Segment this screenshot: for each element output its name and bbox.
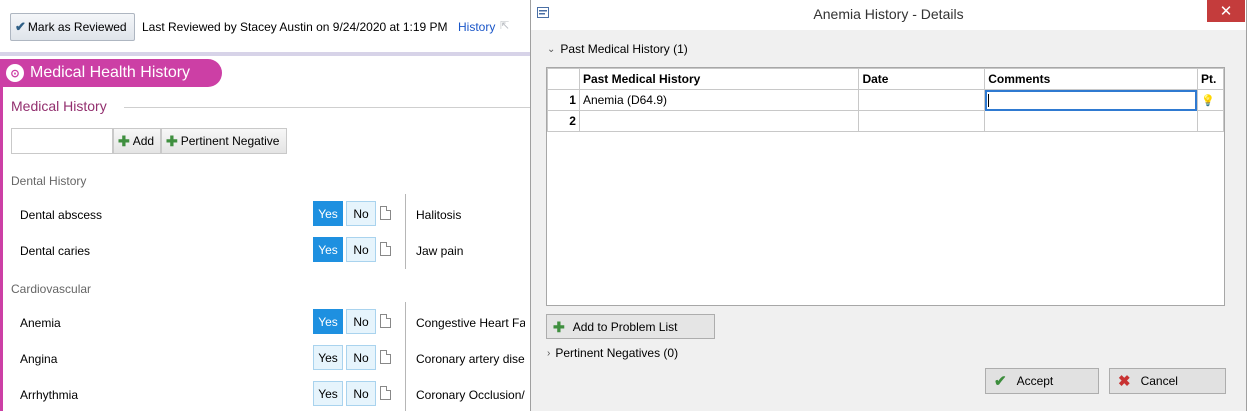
medical-history-heading: Medical History: [11, 98, 107, 114]
document-icon[interactable]: [380, 242, 391, 256]
condition-label: Coronary Occlusion/: [416, 388, 525, 402]
yes-toggle[interactable]: Yes: [313, 381, 343, 406]
column-header[interactable]: Pt.: [1196, 68, 1225, 90]
section-label: Pertinent Negatives (0): [555, 346, 679, 360]
table-row[interactable]: 1 Anemia (D64.9) 💡: [547, 89, 1225, 111]
history-link[interactable]: History: [458, 20, 495, 34]
condition-label: Dental caries: [20, 244, 91, 258]
condition-label: Angina: [20, 352, 58, 366]
history-section-icon: ⊙: [6, 64, 24, 82]
close-button[interactable]: ✕: [1207, 0, 1245, 22]
yes-toggle[interactable]: Yes: [313, 345, 343, 370]
external-link-icon: ⇱: [500, 20, 510, 32]
checkmark-icon: ✔: [15, 19, 26, 34]
pertinent-negative-label: Pertinent Negative: [180, 134, 280, 148]
group-title: Cardiovascular: [11, 282, 92, 296]
yes-toggle[interactable]: Yes: [313, 309, 343, 334]
row-number-header: [547, 68, 580, 90]
condition-label: Halitosis: [416, 208, 462, 222]
document-icon[interactable]: [380, 206, 391, 220]
comments-cell[interactable]: [984, 110, 1198, 132]
review-toolbar: ✔ Mark as Reviewed Last Reviewed by Stac…: [0, 0, 530, 52]
row-number: 2: [547, 110, 580, 132]
mark-as-reviewed-button[interactable]: ✔ Mark as Reviewed: [10, 13, 135, 41]
checkmark-icon: ✔: [994, 373, 1007, 390]
document-icon[interactable]: [380, 386, 391, 400]
column-divider: [405, 194, 406, 269]
history-cell[interactable]: Anemia (D64.9): [578, 89, 860, 111]
add-to-problem-list-button[interactable]: ✚ Add to Problem List: [546, 314, 715, 339]
history-cell[interactable]: [578, 110, 860, 132]
plus-icon: ✚: [118, 133, 130, 149]
add-history-input[interactable]: [11, 128, 113, 154]
column-header[interactable]: Past Medical History: [578, 68, 860, 90]
date-cell[interactable]: [858, 110, 986, 132]
last-reviewed-text: Last Reviewed by Stacey Austin on 9/24/2…: [142, 20, 448, 34]
no-toggle[interactable]: No: [346, 381, 376, 406]
cancel-button[interactable]: ✖ Cancel: [1109, 368, 1226, 394]
pertinent-negatives-section[interactable]: › Pertinent Negatives (0): [547, 346, 678, 360]
pt-cell[interactable]: 💡: [1196, 89, 1225, 111]
history-grid: Past Medical History Date Comments Pt. 1…: [546, 67, 1225, 306]
yes-toggle[interactable]: Yes: [313, 237, 343, 262]
add-to-problem-list-label: Add to Problem List: [572, 319, 678, 334]
history-table: Past Medical History Date Comments Pt. 1…: [547, 68, 1225, 132]
anemia-history-dialog: Anemia History - Details ✕ ⌄ Past Medica…: [530, 0, 1247, 411]
document-icon[interactable]: [380, 350, 391, 364]
section-label: Past Medical History (1): [560, 42, 688, 56]
column-header[interactable]: Comments: [984, 68, 1198, 90]
condition-label: Jaw pain: [416, 244, 464, 258]
table-row[interactable]: 2: [547, 110, 1225, 132]
date-cell[interactable]: [858, 89, 986, 111]
table-header-row: Past Medical History Date Comments Pt.: [547, 68, 1225, 90]
condition-label: Dental abscess: [20, 208, 103, 222]
no-toggle[interactable]: No: [346, 237, 376, 262]
cancel-label: Cancel: [1140, 374, 1178, 388]
group-title: Dental History: [11, 174, 87, 188]
plus-icon: ✚: [166, 133, 178, 149]
x-icon: ✖: [1118, 373, 1131, 390]
plus-icon: ✚: [553, 318, 565, 335]
condition-label: Coronary artery dise: [416, 352, 525, 366]
condition-label: Congestive Heart Fa: [416, 316, 525, 330]
past-medical-history-section[interactable]: ⌄ Past Medical History (1): [547, 42, 688, 56]
comments-cell[interactable]: [984, 89, 1198, 111]
accept-label: Accept: [1016, 374, 1054, 388]
close-icon: ✕: [1219, 3, 1233, 20]
mark-as-reviewed-label: Mark as Reviewed: [27, 20, 127, 34]
chevron-right-icon: ›: [547, 347, 551, 359]
condition-label: Arrhythmia: [20, 388, 79, 402]
add-button-label: Add: [132, 134, 155, 148]
section-accent-bar: [0, 87, 3, 411]
no-toggle[interactable]: No: [346, 309, 376, 334]
column-divider: [405, 302, 406, 411]
yes-toggle[interactable]: Yes: [313, 201, 343, 226]
column-header[interactable]: Date: [858, 68, 986, 90]
section-tab: ⊙ Medical Health History: [0, 59, 222, 87]
heading-rule: [124, 107, 530, 108]
patient-education-icon[interactable]: 💡: [1201, 95, 1215, 107]
section-tab-title: Medical Health History: [30, 64, 191, 81]
add-button[interactable]: ✚ Add: [113, 128, 161, 154]
text-caret: [988, 94, 990, 108]
no-toggle[interactable]: No: [346, 201, 376, 226]
accept-button[interactable]: ✔ Accept: [985, 368, 1099, 394]
background-app: ✔ Mark as Reviewed Last Reviewed by Stac…: [0, 0, 530, 411]
no-toggle[interactable]: No: [346, 345, 376, 370]
dialog-title: Anemia History - Details: [813, 6, 964, 22]
dialog-titlebar[interactable]: Anemia History - Details ✕: [531, 0, 1246, 30]
document-icon[interactable]: [380, 314, 391, 328]
chevron-down-icon: ⌄: [547, 43, 556, 55]
separator-band: [0, 52, 530, 56]
condition-label: Anemia: [20, 316, 61, 330]
pertinent-negative-button[interactable]: ✚ Pertinent Negative: [161, 128, 287, 154]
pt-cell[interactable]: [1196, 110, 1225, 132]
row-number: 1: [547, 89, 580, 111]
